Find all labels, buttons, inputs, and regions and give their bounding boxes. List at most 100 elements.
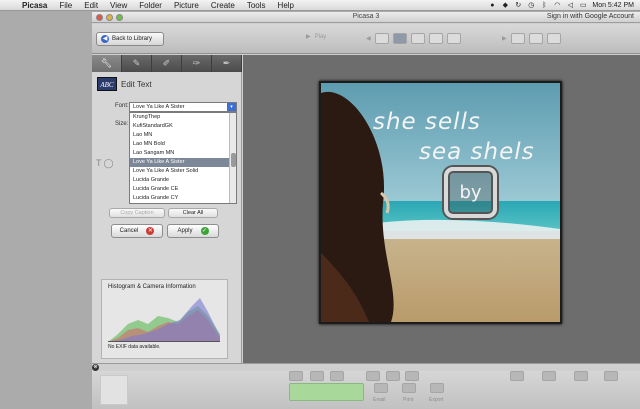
map-pin-icon[interactable] — [542, 371, 556, 381]
photo-preview[interactable]: she sells sea shels by — [319, 81, 562, 324]
export-icon[interactable] — [430, 383, 444, 393]
tab-tuning[interactable]: ✎ — [122, 55, 152, 72]
text-tool-icon[interactable]: T — [96, 158, 102, 169]
play-group: ▶ Play — [306, 33, 327, 41]
photo-badge[interactable]: by — [444, 167, 497, 218]
collapse-icon[interactable]: ⊗ — [92, 364, 99, 371]
tab-effects[interactable]: ✐ — [152, 55, 182, 72]
toolbar: ◀ Back to Library ▶ Play ◀ ▶ — [92, 24, 640, 54]
font-option[interactable]: Lao MN Bold — [130, 140, 236, 149]
play-icon[interactable]: ▶ — [306, 33, 311, 40]
time-machine-icon[interactable]: ◷ — [527, 2, 535, 10]
font-option[interactable]: Love Ya Like A Sister Solid — [130, 167, 236, 176]
photo-viewer: she sells sea shels by — [243, 55, 640, 363]
text-style-icons: T ◯ — [96, 158, 114, 169]
photo-caption-line-2[interactable]: sea shels — [419, 139, 559, 165]
volume-icon[interactable]: ◁ — [566, 2, 574, 10]
histogram-title: Histogram & Camera Information — [108, 284, 196, 290]
dropdown-arrow-icon[interactable]: ▾ — [227, 103, 236, 111]
next-icon[interactable]: ▶ — [502, 35, 507, 42]
previous-icon[interactable]: ◀ — [366, 35, 371, 42]
font-option[interactable]: Lucida Grande CE — [130, 185, 236, 194]
tab-more-effects[interactable]: ✑ — [182, 55, 212, 72]
font-options-list[interactable]: KrungThep KufiStandardGK Lao MN Lao MN B… — [129, 112, 237, 204]
clear-all-button[interactable]: Clear All — [168, 208, 218, 218]
apply-button[interactable]: Apply ✓ — [167, 224, 219, 238]
selected-photos-well[interactable] — [100, 375, 128, 405]
menu-tools[interactable]: Tools — [241, 0, 272, 11]
tag-icon[interactable] — [386, 371, 400, 381]
print-label[interactable]: Print — [403, 397, 413, 403]
tag-panel-icon[interactable] — [574, 371, 588, 381]
back-arrow-icon: ◀ — [101, 35, 109, 43]
menu-help[interactable]: Help — [272, 0, 300, 11]
menu-create[interactable]: Create — [205, 0, 241, 11]
tag-button-1[interactable] — [510, 33, 525, 44]
pencil-icon: ✐ — [162, 58, 171, 68]
font-option[interactable]: KrungThep — [130, 113, 236, 122]
dropbox-icon[interactable]: ◆ — [501, 2, 509, 10]
share-button[interactable] — [289, 383, 364, 401]
tab-basic-fixes[interactable]: 🔧︎ — [92, 55, 122, 72]
wrench-icon: 🔧︎ — [100, 58, 113, 68]
rotate-right-icon[interactable] — [330, 371, 344, 381]
export-label[interactable]: Export — [429, 397, 443, 403]
menu-edit[interactable]: Edit — [78, 0, 104, 11]
sync-icon[interactable]: ↻ — [514, 2, 522, 10]
tag-button-2[interactable] — [528, 33, 543, 44]
menu-clock[interactable]: Mon 5:42 PM — [592, 2, 634, 9]
font-label: Font: — [115, 103, 129, 109]
email-label[interactable]: Email — [373, 397, 386, 403]
menu-file[interactable]: File — [53, 0, 78, 11]
font-dropdown[interactable]: Love Ya Like A Sister ▾ — [129, 102, 237, 112]
status-tray: ● ◆ ↻ ◷ ᛒ ◠ ◁ ▭ Mon 5:42 PM — [488, 0, 634, 11]
font-option[interactable]: Lucida Grande — [130, 176, 236, 185]
sign-in-link[interactable]: Sign in with Google Account — [547, 13, 634, 20]
view-compare-button[interactable] — [392, 33, 407, 44]
font-option[interactable]: Lao MN — [130, 131, 236, 140]
battery-icon[interactable]: ▭ — [579, 2, 587, 10]
back-to-library-button[interactable]: ◀ Back to Library — [96, 32, 164, 46]
wifi-icon[interactable]: ◠ — [553, 2, 561, 10]
histogram-panel: Histogram & Camera Information No EXIF d… — [101, 279, 228, 359]
view-light-button[interactable] — [428, 33, 443, 44]
people-icon[interactable] — [405, 371, 419, 381]
menu-folder[interactable]: Folder — [133, 0, 168, 11]
font-option-selected[interactable]: Love Ya Like A Sister — [130, 158, 236, 167]
bluetooth-icon[interactable]: ᛒ — [540, 2, 548, 10]
tag-button-3[interactable] — [546, 33, 561, 44]
apply-label: Apply — [177, 228, 193, 234]
cancel-button[interactable]: Cancel ✕ — [111, 224, 163, 238]
font-option[interactable]: KufiStandardGK — [130, 122, 236, 131]
menu-picture[interactable]: Picture — [168, 0, 205, 11]
photo-caption-line-1[interactable]: she sells — [373, 109, 553, 135]
desktop-background — [0, 12, 92, 409]
edit-panel: 🔧︎ ✎ ✐ ✑ ✒ ABC Edit Text Font: Size: Lov… — [92, 55, 242, 363]
circle-tool-icon[interactable]: ◯ — [104, 158, 114, 169]
print-icon[interactable] — [402, 383, 416, 393]
play-label[interactable]: Play — [315, 34, 327, 40]
view-split-button[interactable] — [410, 33, 425, 44]
font-list-scrollbar[interactable] — [229, 113, 236, 203]
font-option[interactable]: Lao Sangam MN — [130, 149, 236, 158]
tray-collapse-bar: ⊗ — [92, 363, 640, 371]
evernote-icon[interactable]: ● — [488, 2, 496, 10]
hold-icon[interactable] — [289, 371, 303, 381]
cancel-x-icon: ✕ — [146, 227, 155, 235]
tab-creative[interactable]: ✒ — [212, 55, 242, 72]
copy-caption-button[interactable]: Copy Caption — [109, 208, 165, 218]
cancel-label: Cancel — [119, 228, 139, 234]
back-to-library-label: Back to Library — [112, 36, 153, 42]
menu-view[interactable]: View — [104, 0, 133, 11]
apply-check-icon: ✓ — [200, 227, 209, 235]
info-icon[interactable] — [604, 371, 618, 381]
view-single-button[interactable] — [374, 33, 389, 44]
person-icon[interactable] — [510, 371, 524, 381]
rotate-left-icon[interactable] — [310, 371, 324, 381]
menu-app-name[interactable]: Picasa — [16, 0, 53, 11]
scrollbar-thumb[interactable] — [231, 153, 236, 167]
star-icon[interactable] — [366, 371, 380, 381]
view-dual-button[interactable] — [446, 33, 461, 44]
email-icon[interactable] — [374, 383, 388, 393]
font-option[interactable]: Lucida Grande CY — [130, 194, 236, 203]
